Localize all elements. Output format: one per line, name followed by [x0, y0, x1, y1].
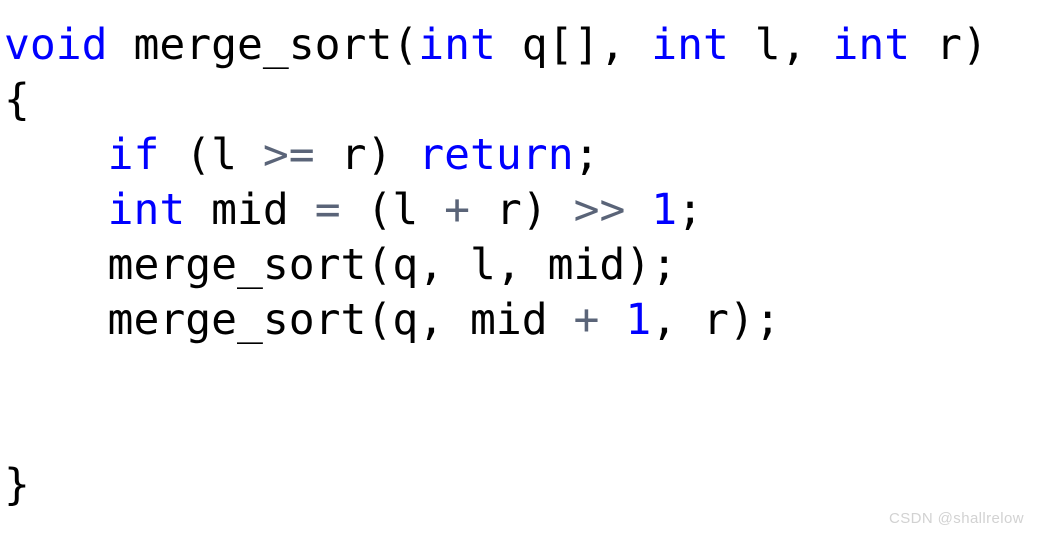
code-line-1[interactable]: void merge_sort(int q[], int l, int r) [4, 18, 988, 73]
code-token-num: 1 [651, 185, 678, 235]
code-line-7[interactable] [4, 348, 30, 403]
code-line-5[interactable]: merge_sort(q, l, mid); [4, 238, 678, 293]
code-token-kw: int [651, 20, 729, 70]
code-token-plain: (l [159, 130, 263, 180]
code-token-kw: return [418, 130, 574, 180]
code-token-op: + [573, 295, 600, 345]
code-token-num: 1 [625, 295, 652, 345]
code-block[interactable]: void merge_sort(int q[], int l, int r){ … [0, 0, 1038, 535]
code-token-kw: int [418, 20, 496, 70]
code-token-plain: r) [314, 130, 419, 180]
code-line-9[interactable]: } [4, 458, 30, 513]
code-token-plain: q[], [495, 20, 652, 70]
code-token-plain: (l [340, 185, 445, 235]
code-token-plain: r) [910, 20, 988, 70]
code-token-op: >> [573, 185, 626, 235]
code-token-plain: r) [470, 185, 574, 235]
code-token-plain: , r); [651, 295, 781, 345]
code-token-kw: int [832, 20, 911, 70]
code-token-plain: } [4, 460, 30, 510]
code-token-plain: ; [677, 185, 704, 235]
code-line-4[interactable]: int mid = (l + r) >> 1; [4, 183, 703, 238]
code-token-plain: ; [573, 130, 600, 180]
code-token-op: + [444, 185, 471, 235]
code-line-2[interactable]: { [4, 73, 30, 128]
code-token-plain: l, [728, 20, 833, 70]
code-token-kw: if [107, 130, 160, 180]
code-token-plain: { [4, 75, 30, 125]
code-token-plain: merge_sort(q, mid [4, 295, 574, 345]
code-token-kw: void [4, 20, 108, 70]
code-token-plain: merge_sort(q, l, mid); [4, 240, 678, 290]
code-line-3[interactable]: if (l >= r) return; [4, 128, 600, 183]
code-token-plain: merge_sort( [107, 20, 419, 70]
code-token-op: >= [262, 130, 315, 180]
code-line-6[interactable]: merge_sort(q, mid + 1, r); [4, 293, 781, 348]
code-token-plain: mid [185, 185, 315, 235]
code-line-8[interactable] [4, 403, 30, 458]
csdn-watermark: CSDN @shallrelow [889, 510, 1024, 527]
code-token-kw: int [107, 185, 186, 235]
code-token-op: = [314, 185, 341, 235]
